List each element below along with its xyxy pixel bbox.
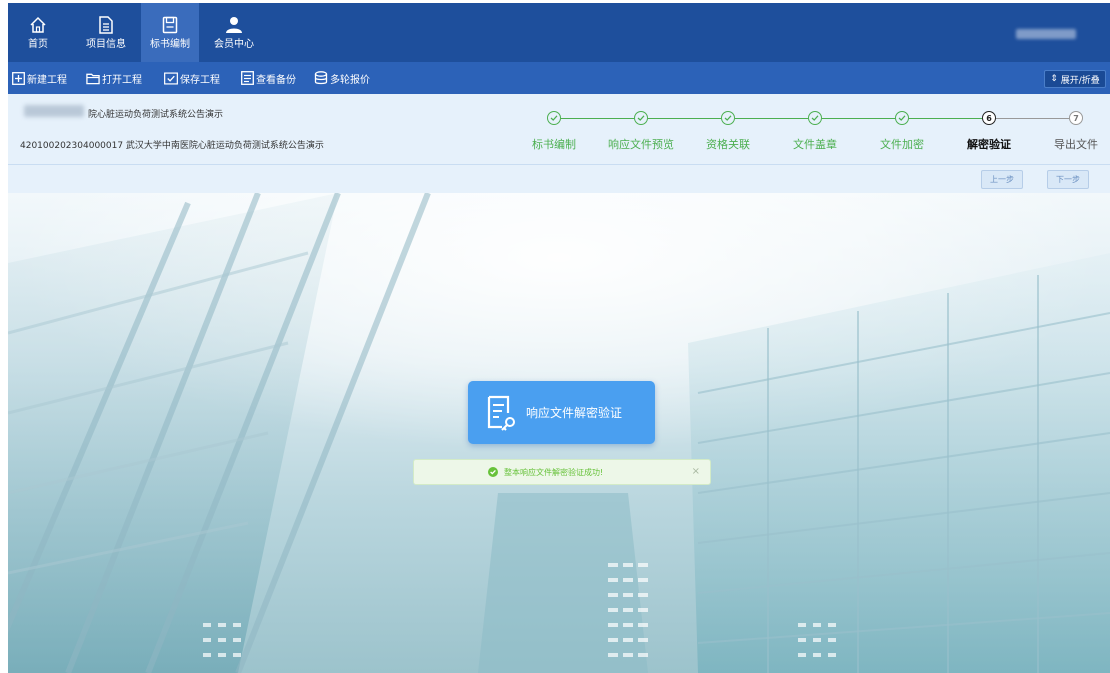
step-1-check-icon — [547, 111, 561, 125]
user-icon — [225, 16, 243, 34]
step-label-file-encrypt[interactable]: 文件加密 — [867, 136, 937, 152]
nav-label-home: 首页 — [28, 38, 48, 50]
prev-step-button[interactable]: 上一步 — [981, 170, 1023, 189]
redacted-text — [24, 105, 84, 117]
view-backup-button[interactable]: 查看备份 — [240, 70, 296, 86]
nav-item-member-center[interactable]: 会员中心 — [208, 3, 260, 62]
nav-label-bid-editing: 标书编制 — [150, 38, 190, 50]
top-navigation: 首页 项目信息 标书编制 会员中心 — [8, 3, 1110, 62]
step-7-number: 7 — [1069, 111, 1083, 125]
nav-item-home[interactable]: 首页 — [18, 3, 58, 62]
close-icon[interactable]: × — [692, 466, 700, 478]
nav-label-project-info: 项目信息 — [86, 38, 126, 50]
step-3-check-icon — [721, 111, 735, 125]
open-project-label: 打开工程 — [102, 74, 142, 86]
user-account-redacted[interactable] — [1016, 29, 1076, 39]
toast-message: 整本响应文件解密验证成功! — [504, 467, 604, 477]
open-project-button[interactable]: 打开工程 — [86, 70, 142, 86]
new-project-button[interactable]: 新建工程 — [11, 70, 67, 86]
decrypt-verify-button[interactable]: 响应文件解密验证 — [468, 381, 655, 444]
step-connector — [735, 118, 808, 119]
step-label-file-stamp[interactable]: 文件盖章 — [780, 136, 850, 152]
folder-icon — [86, 71, 100, 85]
step-label-bid-editing[interactable]: 标书编制 — [519, 136, 589, 152]
step-label-decrypt-verify[interactable]: 解密验证 — [954, 136, 1024, 152]
new-file-icon — [11, 71, 25, 85]
step-4-check-icon — [808, 111, 822, 125]
new-project-label: 新建工程 — [27, 74, 67, 86]
step-connector — [561, 118, 634, 119]
success-check-icon — [488, 467, 498, 477]
file-key-icon — [484, 393, 518, 433]
database-icon — [314, 71, 328, 85]
save-check-icon — [164, 71, 178, 85]
expand-arrow-icon: ⇕ — [1050, 74, 1058, 84]
step-5-check-icon — [895, 111, 909, 125]
step-connector — [909, 118, 982, 119]
step-label-qualification-link[interactable]: 资格关联 — [693, 136, 763, 152]
decrypt-verify-label: 响应文件解密验证 — [526, 406, 623, 420]
save-project-label: 保存工程 — [180, 74, 220, 86]
success-toast: 整本响应文件解密验证成功! × — [413, 459, 711, 485]
step-connector — [822, 118, 895, 119]
view-backup-label: 查看备份 — [256, 74, 296, 86]
project-name: 院心脏运动负荷测试系统公告演示 — [88, 110, 224, 120]
step-pager-bar: 上一步 下一步 — [8, 165, 1110, 193]
project-code: 420100202304000017 武汉大学中南医院心脏运动负荷测试系统公告演… — [20, 141, 324, 151]
multi-round-quote-label: 多轮报价 — [330, 74, 370, 86]
app-window: 首页 项目信息 标书编制 会员中心 新建工程 打开工程 保存工程 查看备份 多轮… — [8, 3, 1110, 673]
step-connector — [996, 118, 1069, 119]
nav-item-bid-editing[interactable]: 标书编制 — [141, 3, 199, 62]
home-icon — [29, 16, 47, 34]
toolbar: 新建工程 打开工程 保存工程 查看备份 多轮报价 ⇕ 展开/折叠 — [8, 62, 1110, 94]
project-info-bar: 院心脏运动负荷测试系统公告演示 420100202304000017 武汉大学中… — [8, 94, 1110, 165]
step-label-export-file[interactable]: 导出文件 — [1041, 136, 1110, 152]
next-step-button[interactable]: 下一步 — [1047, 170, 1089, 189]
backup-list-icon — [240, 71, 254, 85]
nav-item-project-info[interactable]: 项目信息 — [81, 3, 131, 62]
expand-collapse-label: 展开/折叠 — [1060, 75, 1100, 86]
save-project-button[interactable]: 保存工程 — [164, 70, 220, 86]
save-disk-icon — [161, 16, 179, 34]
nav-label-member-center: 会员中心 — [214, 38, 254, 50]
step-2-check-icon — [634, 111, 648, 125]
expand-collapse-button[interactable]: ⇕ 展开/折叠 — [1044, 70, 1106, 88]
step-6-number: 6 — [982, 111, 996, 125]
step-connector — [648, 118, 721, 119]
multi-round-quote-button[interactable]: 多轮报价 — [314, 70, 370, 86]
document-icon — [97, 15, 115, 34]
step-label-response-preview[interactable]: 响应文件预览 — [606, 136, 676, 152]
